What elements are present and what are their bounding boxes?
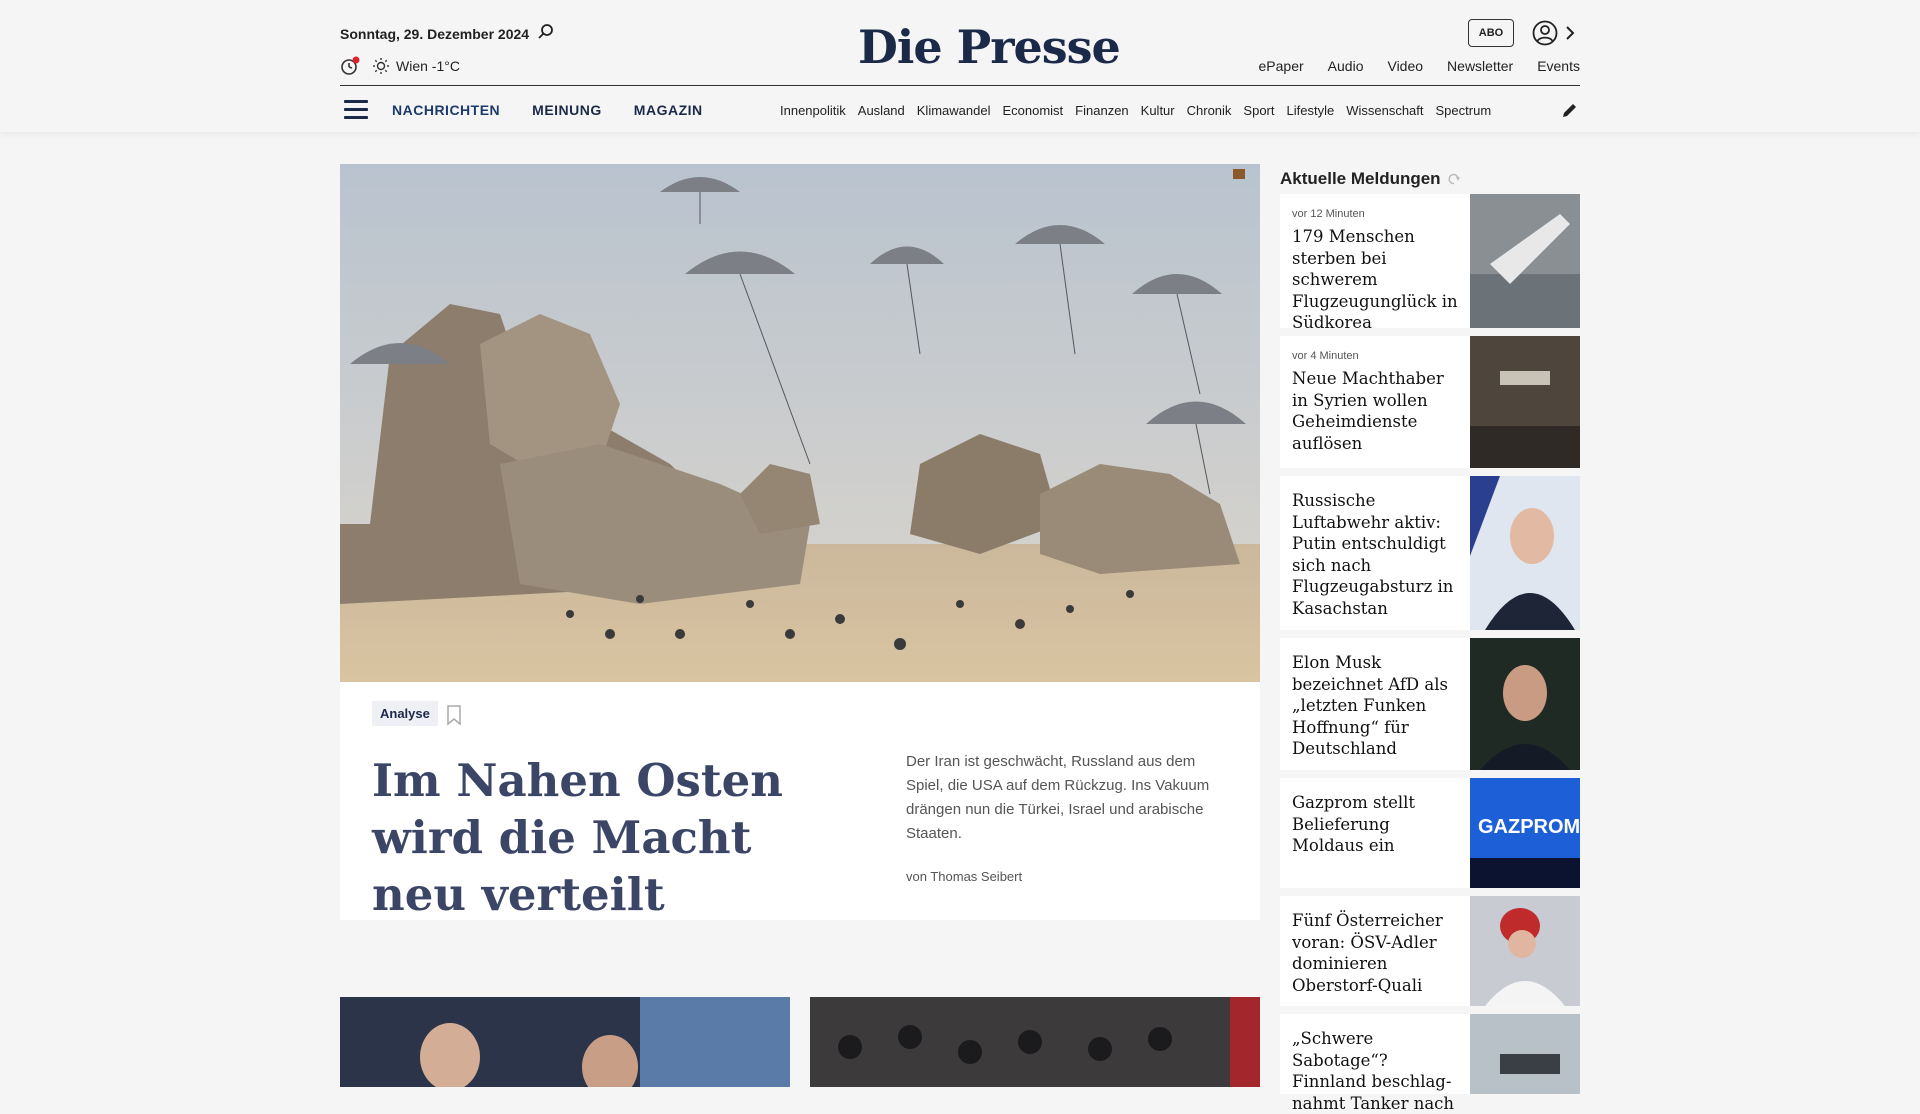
clock-icon[interactable] [340, 56, 360, 76]
news-card[interactable]: Russische Luftabwehr aktiv: Putin entsch… [1280, 476, 1580, 630]
card-title[interactable]: 179 Menschen sterben bei schwerem Flugze… [1292, 226, 1458, 334]
menu-icon[interactable] [344, 100, 368, 120]
nav-audio[interactable]: Audio [1328, 58, 1364, 74]
bookmark-icon[interactable] [446, 704, 462, 726]
article-thumbnail[interactable] [340, 997, 790, 1087]
card-title[interactable]: Gazprom stellt Belieferung Moldaus ein [1292, 792, 1458, 857]
nav-newsletter[interactable]: Newsletter [1447, 58, 1513, 74]
card-title[interactable]: Fünf Österreicher voran: ÖSV-Adler domin… [1292, 910, 1458, 996]
hero-headline[interactable]: Im Nahen Osten wird die Macht neu vertei… [372, 752, 852, 923]
category-innenpolitik[interactable]: Innenpolitik [780, 103, 846, 118]
latest-news-sidebar: Aktuelle Meldungen vor 12 Minuten 179 Men… [1280, 164, 1580, 1113]
article-thumbnail[interactable] [810, 997, 1260, 1087]
sidebar-title: Aktuelle Meldungen [1280, 164, 1580, 194]
card-title[interactable]: Russische Luftabwehr aktiv: Putin entsch… [1292, 490, 1458, 619]
sun-icon [373, 58, 389, 74]
card-thumbnail[interactable] [1470, 336, 1580, 468]
current-date: Sonntag, 29. Dezember 2024 [340, 26, 530, 42]
site-header: Sonntag, 29. Dezember 2024 Wien -1°C Die… [0, 0, 1920, 132]
card-thumbnail[interactable] [1470, 638, 1580, 770]
card-thumbnail[interactable] [1470, 896, 1580, 1006]
category-ausland[interactable]: Ausland [858, 103, 905, 118]
news-card[interactable]: vor 12 Minuten 179 Menschen sterben bei s… [1280, 194, 1580, 332]
card-title[interactable]: „Schwere Sabotage“? Finnland beschlag­na… [1292, 1028, 1458, 1114]
chevron-right-icon[interactable] [1564, 24, 1576, 42]
card-thumbnail[interactable] [1470, 1014, 1580, 1094]
image-badge-icon [1233, 169, 1245, 179]
category-spectrum[interactable]: Spectrum [1436, 103, 1492, 118]
category-wissenschaft[interactable]: Wissenschaft [1346, 103, 1423, 118]
category-economist[interactable]: Economist [1002, 103, 1063, 118]
sidebar-title-text: Aktuelle Meldungen [1280, 169, 1441, 188]
abo-button[interactable]: ABO [1468, 19, 1514, 47]
user-account-icon[interactable] [1532, 20, 1558, 46]
card-time: vor 12 Minuten [1292, 208, 1365, 220]
main-nav: NACHRICHTEN MEINUNG MAGAZIN [392, 102, 703, 118]
news-card[interactable]: Gazprom stellt Belieferung Moldaus ein G… [1280, 778, 1580, 888]
news-card[interactable]: „Schwere Sabotage“? Finnland beschlag­na… [1280, 1014, 1580, 1113]
card-title[interactable]: Neue Machthaber in Syrien wollen Geheimd… [1292, 368, 1458, 454]
category-kultur[interactable]: Kultur [1141, 103, 1175, 118]
site-logo[interactable]: Die Presse [858, 20, 1121, 74]
hero-article[interactable]: Analyse Im Nahen Osten wird die Macht ne… [340, 164, 1260, 923]
card-title[interactable]: Elon Musk bezeichnet AfD als „letzten Fu… [1292, 652, 1458, 760]
nav-epaper[interactable]: ePaper [1259, 58, 1304, 74]
card-time: vor 4 Minuten [1292, 350, 1359, 362]
news-card[interactable]: vor 4 Minuten Neue Machthaber in Syrien w… [1280, 336, 1580, 468]
hero-image[interactable] [340, 164, 1260, 682]
category-finanzen[interactable]: Finanzen [1075, 103, 1128, 118]
category-lifestyle[interactable]: Lifestyle [1287, 103, 1335, 118]
weather-info[interactable]: Wien -1°C [396, 58, 460, 74]
nav-magazin[interactable]: MAGAZIN [634, 102, 703, 118]
nav-video[interactable]: Video [1387, 58, 1423, 74]
article-tag[interactable]: Analyse [372, 701, 438, 726]
svg-text:GAZPROM: GAZPROM [1478, 816, 1580, 838]
hero-author: von Thomas Seibert [906, 869, 1023, 884]
news-card[interactable]: Elon Musk bezeichnet AfD als „letzten Fu… [1280, 638, 1580, 770]
nav-events[interactable]: Events [1537, 58, 1580, 74]
utility-nav: ePaper Audio Video Newsletter Events [1259, 58, 1580, 74]
card-thumbnail[interactable] [1470, 194, 1580, 328]
category-nav: Innenpolitik Ausland Klimawandel Economi… [780, 103, 1540, 118]
category-chronik[interactable]: Chronik [1187, 103, 1232, 118]
header-divider [340, 85, 1580, 86]
category-sport[interactable]: Sport [1243, 103, 1274, 118]
card-thumbnail[interactable] [1470, 476, 1580, 630]
search-icon[interactable] [536, 22, 556, 42]
nav-meinung[interactable]: MEINUNG [532, 102, 602, 118]
hero-teaser: Der Iran ist geschwächt, Russland aus de… [906, 753, 1210, 842]
category-klimawandel[interactable]: Klimawandel [917, 103, 991, 118]
pencil-icon[interactable] [1560, 100, 1580, 120]
news-card[interactable]: Fünf Österreicher voran: ÖSV-Adler domin… [1280, 896, 1580, 1006]
refresh-icon [1447, 173, 1460, 185]
card-thumbnail[interactable]: GAZPROM [1470, 778, 1580, 888]
nav-nachrichten[interactable]: NACHRICHTEN [392, 102, 500, 118]
